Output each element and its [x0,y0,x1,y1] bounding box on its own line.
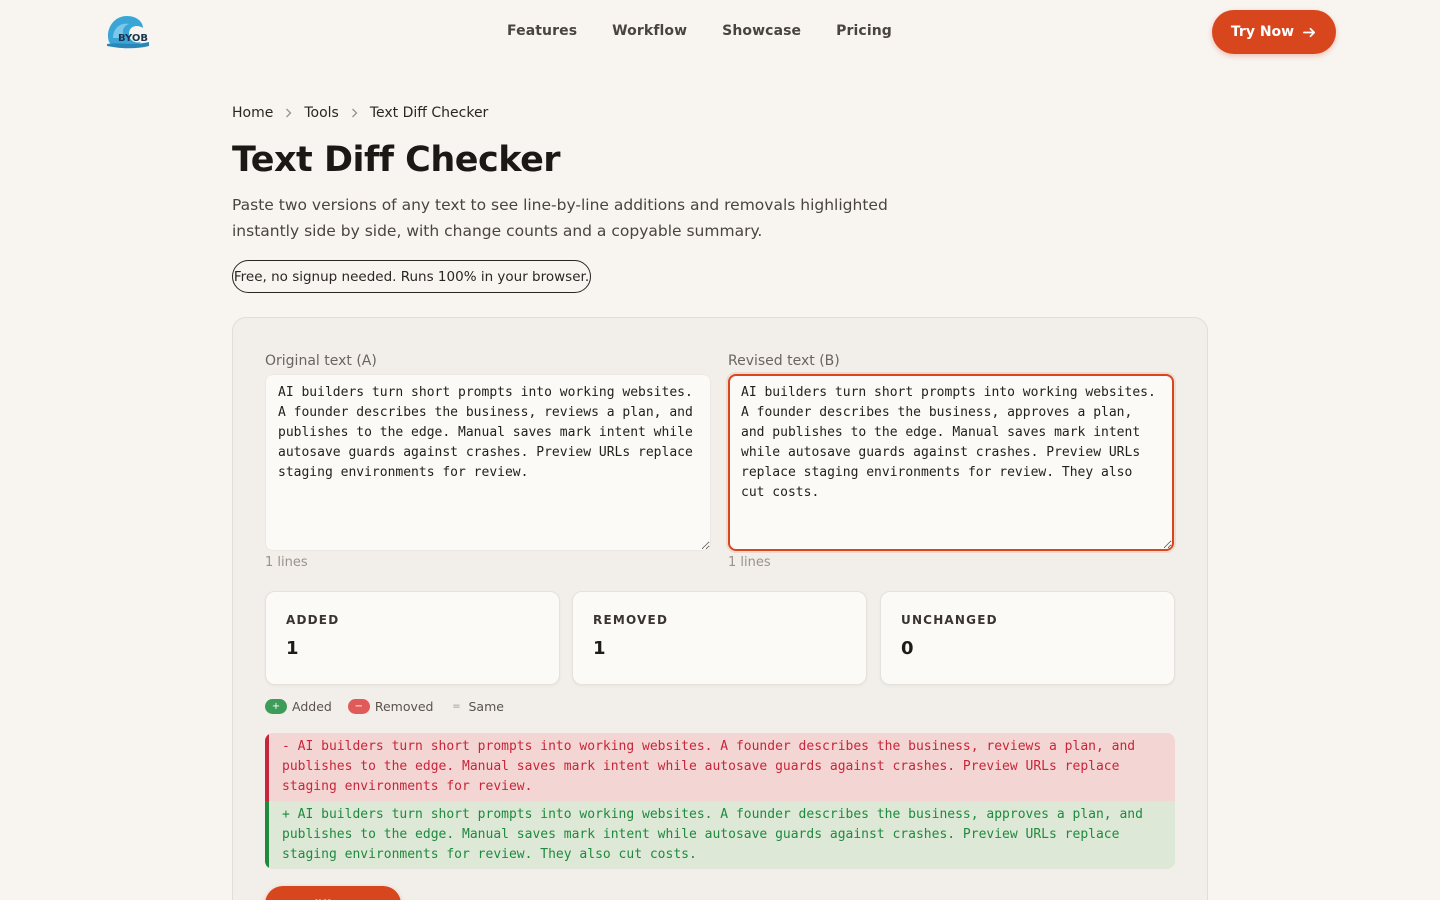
removed-stat-label: REMOVED [593,613,669,627]
copy-diff-button[interactable]: Copy diff summary [265,886,401,900]
legend-removed: − Removed [347,699,434,714]
top-navbar: BYOB Features Workflow Showcase Pricing … [0,0,1440,64]
original-text-label: Original text (A) [265,353,377,369]
diff-tool-card: Original text (A) AI builders turn short… [232,317,1208,900]
original-text-input[interactable]: AI builders turn short prompts into work… [265,374,711,551]
page-title: Text Diff Checker [232,140,561,180]
legend-added: + Added [265,699,332,714]
breadcrumb: Home Tools Text Diff Checker [232,105,488,121]
breadcrumb-home[interactable]: Home [232,105,273,121]
nav-showcase[interactable]: Showcase [722,23,801,39]
page-description: Paste two versions of any text to see li… [232,196,888,240]
try-now-label: Try Now [1230,24,1295,40]
unchanged-stat-value: 0 [901,638,914,659]
diff-row-added: + AI builders turn short prompts into wo… [265,801,1175,869]
revised-text-label: Revised text (B) [728,353,840,369]
removed-stat-card: REMOVED 1 [572,591,867,685]
revised-line-count: 1 lines [728,555,771,570]
arrow-right-icon [1303,27,1316,37]
added-stat-card: ADDED 1 [265,591,560,685]
byob-logo[interactable]: BYOB [103,12,155,52]
breadcrumb-current: Text Diff Checker [369,105,489,121]
try-now-button[interactable]: Try Now [1212,10,1336,54]
minus-icon: − [347,699,370,714]
logo-text: BYOB [118,33,148,44]
legend-removed-label: Removed [374,699,434,714]
removed-stat-value: 1 [593,638,606,659]
diff-output: - AI builders turn short prompts into wo… [265,733,1175,869]
chevron-right-icon [286,108,292,118]
main-nav: Features Workflow Showcase Pricing [507,23,892,39]
unchanged-stat-label: UNCHANGED [901,613,998,627]
legend-added-label: Added [292,699,332,714]
breadcrumb-tools[interactable]: Tools [304,105,339,121]
equals-icon: = [452,701,461,712]
original-line-count: 1 lines [265,555,308,570]
unchanged-stat-card: UNCHANGED 0 [880,591,1175,685]
nav-pricing[interactable]: Pricing [836,23,892,39]
nav-features[interactable]: Features [507,23,577,39]
legend-same-label: Same [468,699,504,714]
chevron-right-icon [351,108,358,118]
legend-same: = Same [450,699,504,714]
diff-row-removed: - AI builders turn short prompts into wo… [265,733,1175,801]
added-stat-label: ADDED [286,613,340,627]
diff-legend: + Added − Removed = Same [265,699,520,714]
free-notice-pill: Free, no signup needed. Runs 100% in you… [232,260,591,293]
revised-text-input[interactable]: AI builders turn short prompts into work… [728,374,1174,551]
nav-workflow[interactable]: Workflow [612,23,687,39]
plus-icon: + [265,699,287,714]
added-stat-value: 1 [286,638,299,659]
